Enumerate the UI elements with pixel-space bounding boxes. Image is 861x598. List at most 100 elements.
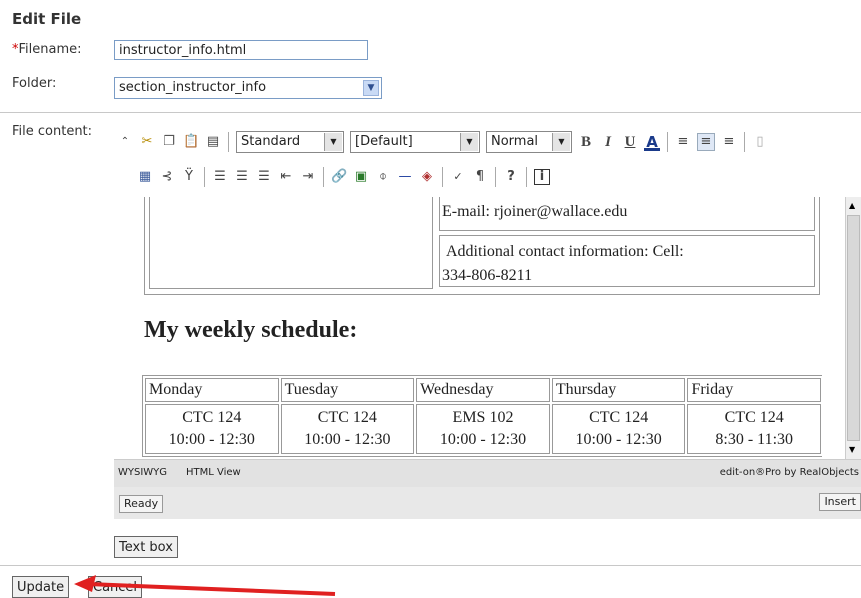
update-button[interactable]: Update bbox=[12, 576, 70, 598]
align-center-icon[interactable]: ≡ bbox=[697, 133, 715, 151]
chevron-down-icon[interactable]: ▼ bbox=[460, 133, 478, 151]
style-select-value: Standard bbox=[241, 134, 301, 149]
style-select[interactable]: Standard ▼ bbox=[236, 131, 344, 153]
list-icon[interactable]: ☰ bbox=[256, 169, 272, 185]
arrow-head bbox=[74, 575, 96, 592]
toolbar-row-2: ▦ ⊰ Ÿ ☰ ☰ ☰ ⇤ ⇥ 🔗 ▣ ⌽ — ◈ ✓ ¶ ? i bbox=[134, 162, 553, 192]
status-insert: Insert bbox=[819, 493, 861, 511]
toolbar-separator bbox=[667, 132, 668, 152]
text-box-button[interactable]: Text box bbox=[114, 536, 178, 558]
attachment-icon[interactable]: ⌽ bbox=[375, 169, 391, 185]
table-cell: Wednesday bbox=[416, 378, 550, 402]
table-cell: Thursday bbox=[551, 378, 686, 402]
divider bbox=[0, 565, 861, 566]
info-icon[interactable]: i bbox=[534, 169, 550, 185]
folder-label: Folder: bbox=[12, 76, 57, 91]
font-select-value: [Default] bbox=[355, 134, 413, 149]
chevron-down-icon[interactable]: ▼ bbox=[324, 133, 342, 151]
scroll-thumb[interactable] bbox=[847, 215, 860, 441]
table-cell: CTC 124 10:00 - 12:30 bbox=[551, 404, 686, 454]
editor-mode-bar: WYSIWYG HTML View edit-on®Pro by RealObj… bbox=[114, 459, 861, 488]
table-cell: Monday bbox=[145, 378, 279, 402]
table-cell: CTC 124 10:00 - 12:30 bbox=[280, 404, 415, 454]
align-left-icon[interactable]: ≡ bbox=[675, 134, 691, 150]
toolbar-separator bbox=[323, 167, 324, 187]
editor-scrollbar[interactable]: ▲ ▼ bbox=[845, 197, 861, 459]
page-title: Edit File bbox=[12, 10, 82, 28]
room-text: CTC 124 bbox=[182, 409, 242, 426]
collapse-icon[interactable]: ⌃ bbox=[117, 134, 133, 150]
bullet-list-icon[interactable]: ☰ bbox=[212, 169, 228, 185]
table-icon[interactable]: ▦ bbox=[137, 169, 153, 185]
indent-icon[interactable]: ⇥ bbox=[300, 169, 316, 185]
align-right-icon[interactable]: ≡ bbox=[721, 134, 737, 150]
room-text: CTC 124 bbox=[589, 409, 649, 426]
contact-cell-empty bbox=[149, 197, 433, 289]
content-label: File content: bbox=[12, 124, 93, 139]
editor-toolbar: ⌃ ✂ ❐ 📋 ▤ Standard ▼ [Default] ▼ Normal ▼ B… bbox=[114, 125, 861, 197]
toolbar-separator bbox=[526, 167, 527, 187]
table-cell: Tuesday bbox=[280, 378, 415, 402]
editor-gutter bbox=[114, 197, 140, 459]
merge-cell-icon[interactable]: Ÿ bbox=[181, 169, 197, 185]
arrow-shaft bbox=[87, 582, 336, 596]
status-ready: Ready bbox=[119, 495, 164, 513]
italic-icon[interactable]: I bbox=[600, 134, 616, 150]
email-cell: E-mail: rjoiner@wallace.edu bbox=[439, 197, 815, 231]
table-cell: Friday bbox=[687, 378, 821, 402]
help-icon[interactable]: ? bbox=[503, 169, 519, 185]
editor-content[interactable]: E-mail: rjoiner@wallace.edu Additional c… bbox=[140, 197, 822, 459]
table-row: CTC 124 10:00 - 12:30 CTC 124 10:00 - 12:3… bbox=[145, 404, 821, 454]
tab-html-view[interactable]: HTML View bbox=[186, 467, 241, 478]
object-icon[interactable]: ◈ bbox=[419, 169, 435, 185]
font-color-icon[interactable]: A bbox=[644, 134, 660, 151]
editor-brand: edit-on®Pro by RealObjects bbox=[719, 467, 859, 478]
divider bbox=[0, 112, 861, 113]
split-cell-icon[interactable]: ⊰ bbox=[159, 169, 175, 185]
table-row: Monday Tuesday Wednesday Thursday Friday bbox=[145, 378, 821, 402]
table-cell: CTC 124 10:00 - 12:30 bbox=[145, 404, 279, 454]
horizontal-rule-icon[interactable]: — bbox=[397, 169, 413, 185]
schedule-table: Monday Tuesday Wednesday Thursday Friday… bbox=[142, 375, 822, 457]
scroll-down-icon[interactable]: ▼ bbox=[849, 445, 855, 454]
paste-text-icon[interactable]: ▤ bbox=[205, 134, 221, 150]
link-icon[interactable]: 🔗 bbox=[331, 169, 347, 185]
toolbar-separator bbox=[442, 167, 443, 187]
room-text: EMS 102 bbox=[452, 409, 514, 426]
time-text: 10:00 - 12:30 bbox=[168, 431, 255, 448]
toolbar-separator bbox=[228, 132, 229, 152]
filename-input[interactable]: instructor_info.html bbox=[114, 40, 368, 60]
numbered-list-icon[interactable]: ☰ bbox=[234, 169, 250, 185]
toolbar-separator bbox=[495, 167, 496, 187]
toolbar-separator bbox=[744, 132, 745, 152]
size-select-value: Normal bbox=[491, 134, 539, 149]
outdent-icon[interactable]: ⇤ bbox=[278, 169, 294, 185]
spellcheck-icon[interactable]: ✓ bbox=[450, 169, 466, 185]
bold-icon[interactable]: B bbox=[578, 134, 594, 150]
image-icon[interactable]: ▣ bbox=[353, 169, 369, 185]
schedule-heading: My weekly schedule: bbox=[144, 317, 358, 343]
chevron-down-icon[interactable]: ▼ bbox=[363, 80, 379, 96]
tab-wysiwyg[interactable]: WYSIWYG bbox=[118, 467, 167, 478]
underline-icon[interactable]: U bbox=[622, 134, 638, 150]
chevron-down-icon[interactable]: ▼ bbox=[552, 133, 570, 151]
toolbar-separator bbox=[204, 167, 205, 187]
table-cell: CTC 124 8:30 - 11:30 bbox=[687, 404, 821, 454]
paste-icon[interactable]: 📋 bbox=[183, 134, 199, 150]
additional-text: Additional contact information: Cell: bbox=[446, 243, 684, 260]
table-cell: EMS 102 10:00 - 12:30 bbox=[416, 404, 550, 454]
justify-icon[interactable]: ▯ bbox=[752, 134, 768, 150]
scroll-up-icon[interactable]: ▲ bbox=[849, 201, 855, 210]
time-text: 10:00 - 12:30 bbox=[575, 431, 662, 448]
phone-text: 334-806-8211 bbox=[442, 267, 533, 284]
paragraph-icon[interactable]: ¶ bbox=[472, 169, 488, 185]
filename-label-text: Filename: bbox=[18, 42, 82, 57]
font-select[interactable]: [Default] ▼ bbox=[350, 131, 480, 153]
size-select[interactable]: Normal ▼ bbox=[486, 131, 572, 153]
additional-cell: Additional contact information: Cell: 33… bbox=[439, 235, 815, 287]
arrow-annotation-icon bbox=[74, 575, 336, 596]
folder-select[interactable]: section_instructor_info ▼ bbox=[114, 77, 382, 99]
copy-icon[interactable]: ❐ bbox=[161, 134, 177, 150]
cut-icon[interactable]: ✂ bbox=[139, 134, 155, 150]
editor-status-bar: Ready Insert bbox=[114, 487, 861, 519]
